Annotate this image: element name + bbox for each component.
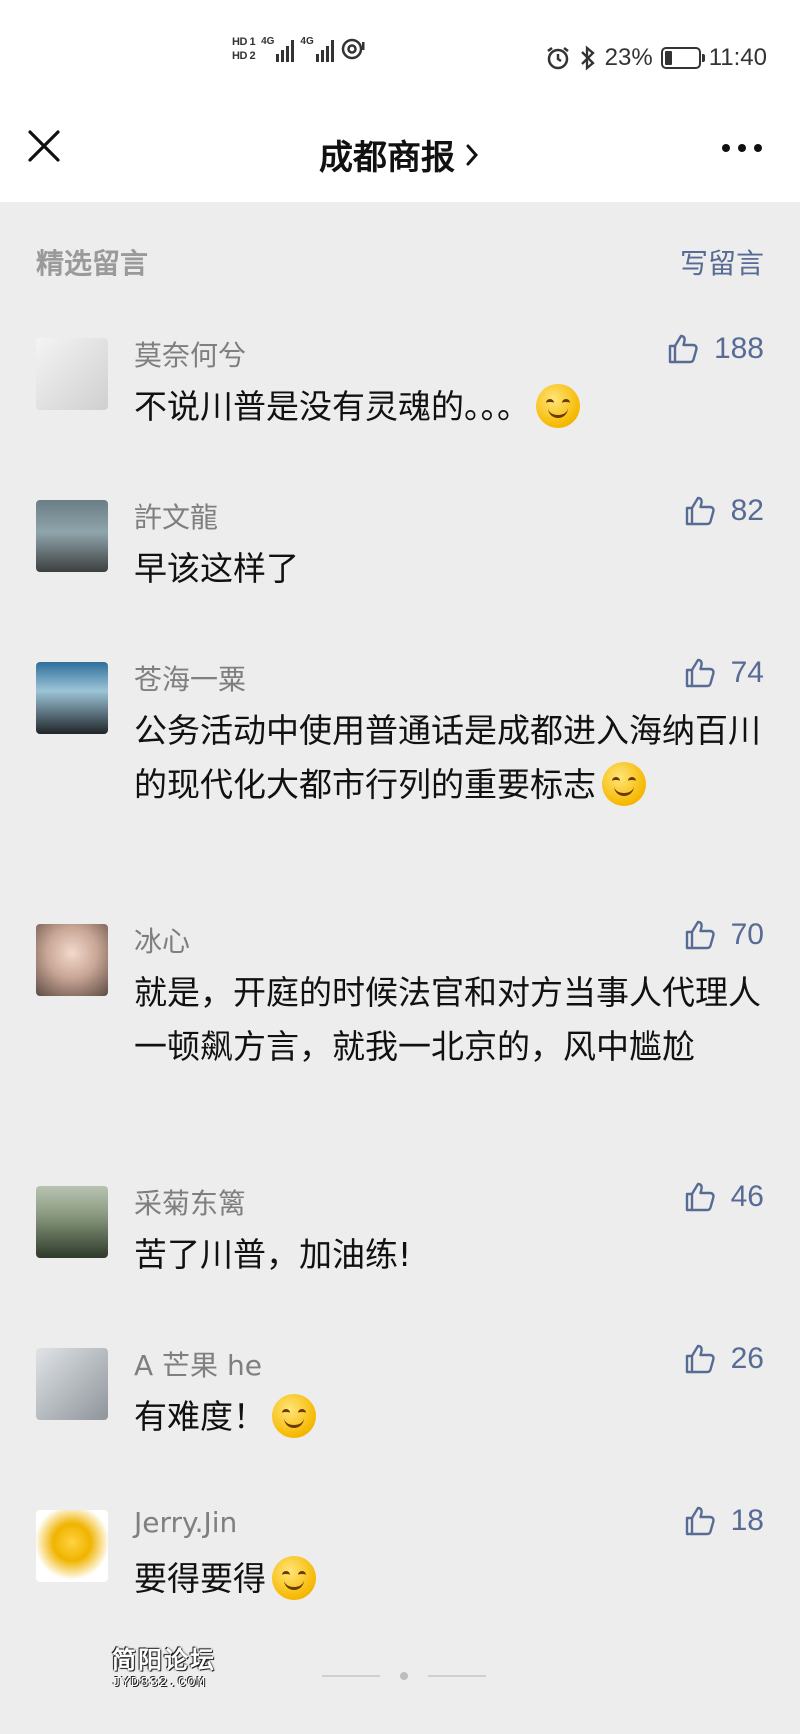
account-title-link[interactable]: 成都商报 [0,130,800,179]
avatar[interactable] [36,1348,108,1420]
thumbs-up-icon [685,1344,715,1374]
net1-label: 4G [261,36,275,47]
watermark: 简阳论坛 JYD832.COM [112,1640,216,1691]
comment-body: 不说川普是没有灵魂的。。。 [134,387,530,426]
thumbs-up-icon [685,658,715,688]
page-title: 成都商报 [319,138,455,178]
like-count: 70 [730,918,764,951]
like-count: 82 [730,494,764,527]
hotspot-icon [341,38,365,60]
comment-body: 早该这样了 [134,549,299,588]
comment-body: 苦了川普，加油练! [134,1235,412,1274]
signal-icon-2: 4G [300,36,334,62]
network-indicators: HD 1 HD 2 4G 4G [232,36,366,62]
hd1-label: HD 1 [232,36,256,48]
commenter-name: 冰心 [134,925,191,958]
like-button[interactable]: 70 [683,918,764,952]
like-count: 26 [730,1342,764,1375]
nav-bar: 成都商报 [0,100,800,202]
avatar[interactable] [36,924,108,996]
like-count: 188 [713,332,764,365]
battery-percent: 23% [604,44,653,71]
commenter-name: 采菊东篱 [134,1187,247,1220]
like-count: 74 [730,656,764,689]
battery-icon [660,47,705,69]
comment-text: 要得要得 [134,1552,774,1606]
avatar[interactable] [36,500,108,572]
like-button[interactable]: 82 [683,494,764,528]
watermark-url: JYD832.COM [112,1675,207,1691]
smirk-emoji-icon [536,384,580,428]
avatar[interactable] [36,1186,108,1258]
like-button[interactable]: 46 [683,1180,764,1214]
like-button[interactable]: 74 [683,656,764,690]
watermark-title: 简阳论坛 [112,1646,216,1674]
bluetooth-icon [580,45,595,71]
net2-label: 4G [300,36,314,47]
like-count: 18 [730,1504,764,1537]
section-title: 精选留言 [36,247,149,280]
signal-icon: 4G [261,36,295,62]
alarm-icon [546,47,569,70]
comment-text: 有难度！ [134,1390,774,1444]
hug-emoji-icon [602,762,646,806]
commenter-name: 許文龍 [134,501,219,534]
chevron-right-icon [466,144,479,165]
status-bar: HD 1 HD 2 4G 4G 23% 11:40 [0,0,800,100]
comment-body: 要得要得 [134,1559,266,1598]
commenter-name: Jerry.Jin [134,1506,238,1539]
section-header: 精选留言 写留言 [36,242,764,282]
scroll-indicator [322,1672,486,1680]
more-icon[interactable] [722,144,762,152]
thumbs-up-icon [668,334,698,364]
commenter-name: A 芒果 he [134,1349,262,1382]
avatar[interactable] [36,338,108,410]
like-button[interactable]: 26 [683,1342,764,1376]
thumbs-up-icon [685,1506,715,1536]
comment-body: 有难度！ [134,1397,266,1436]
comment-text: 苦了川普，加油练! [134,1228,774,1282]
clock: 11:40 [708,44,767,71]
thinking-emoji-icon [272,1556,316,1600]
avatar[interactable] [36,1510,108,1582]
thumbs-up-icon [685,496,715,526]
comment-text: 不说川普是没有灵魂的。。。 [134,380,774,434]
like-button[interactable]: 188 [666,332,764,366]
like-count: 46 [730,1180,764,1213]
comment-text: 公务活动中使用普通话是成都进入海纳百川的现代化大都市行列的重要标志 [134,704,774,812]
write-comment-button[interactable]: 写留言 [680,242,764,282]
avatar[interactable] [36,662,108,734]
comment-text: 早该这样了 [134,542,774,596]
comment-body: 就是，开庭的时候法官和对方当事人代理人一顿飙方言，就我一北京的，风中尴尬 [134,973,761,1066]
comment-body: 公务活动中使用普通话是成都进入海纳百川的现代化大都市行列的重要标志 [134,711,761,804]
commenter-name: 苍海一粟 [134,663,247,696]
thumbs-up-icon [685,920,715,950]
status-right: 23% 11:40 [545,44,767,72]
thumbs-up-icon [685,1182,715,1212]
commenter-name: 莫奈何兮 [134,339,247,372]
like-button[interactable]: 18 [683,1504,764,1538]
grin-emoji-icon [272,1394,316,1438]
hd2-label: HD 2 [232,50,256,62]
comment-text: 就是，开庭的时候法官和对方当事人代理人一顿飙方言，就我一北京的，风中尴尬 [134,966,774,1074]
